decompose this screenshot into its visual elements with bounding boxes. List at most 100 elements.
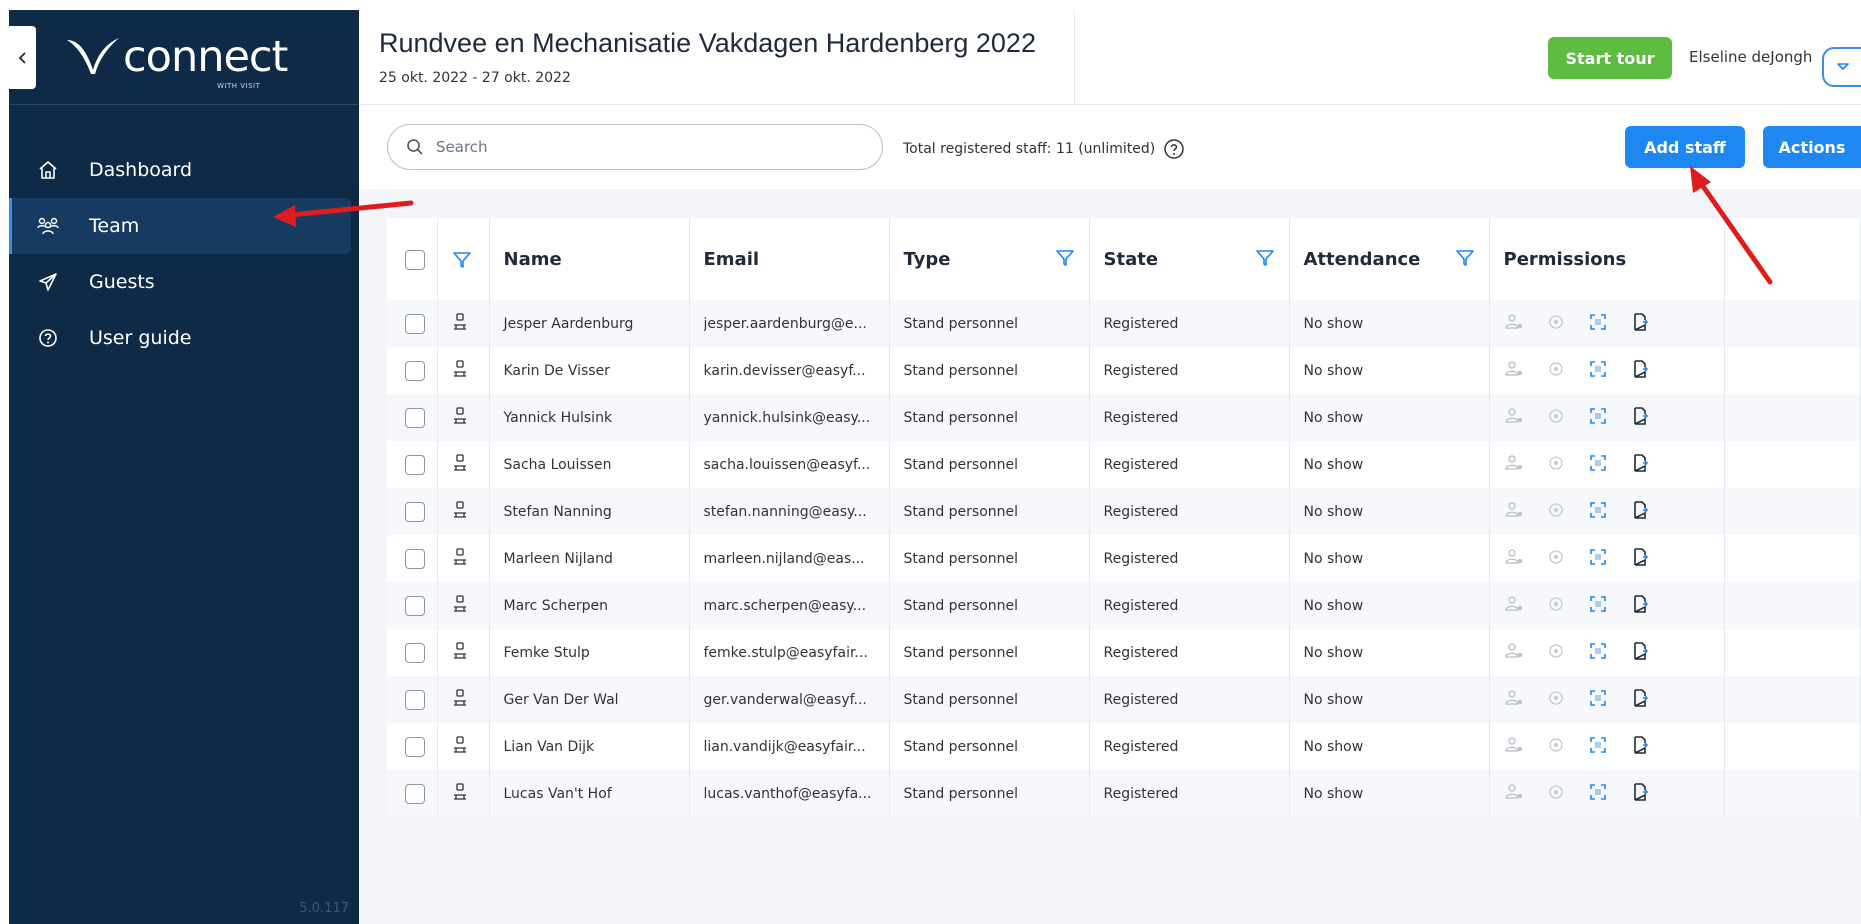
view-permission-icon[interactable] <box>1546 547 1566 571</box>
scan-permission-icon[interactable] <box>1588 782 1608 806</box>
start-tour-button[interactable]: Start tour <box>1548 37 1672 79</box>
export-permission-icon[interactable] <box>1630 782 1650 806</box>
table-row[interactable]: Jesper Aardenburg jesper.aardenburg@e...… <box>387 300 1861 347</box>
user-permission-icon[interactable] <box>1504 406 1524 430</box>
connect-logo[interactable]: connect WITH VISIT <box>65 32 288 92</box>
sidebar-item-team[interactable]: Team <box>9 198 351 254</box>
search-input[interactable] <box>436 138 836 156</box>
user-permission-icon[interactable] <box>1504 641 1524 665</box>
select-all-checkbox[interactable] <box>405 249 425 270</box>
export-permission-icon[interactable] <box>1630 312 1650 336</box>
table-row[interactable]: Marleen Nijland marleen.nijland@eas... S… <box>387 535 1861 582</box>
user-permission-icon[interactable] <box>1504 688 1524 712</box>
table-row[interactable]: Lian Van Dijk lian.vandijk@easyfair... S… <box>387 723 1861 770</box>
export-permission-icon[interactable] <box>1630 641 1650 665</box>
table-row[interactable]: Marc Scherpen marc.scherpen@easy... Stan… <box>387 582 1861 629</box>
user-permission-icon[interactable] <box>1504 547 1524 571</box>
view-permission-icon[interactable] <box>1546 641 1566 665</box>
view-permission-icon[interactable] <box>1546 500 1566 524</box>
scan-permission-icon[interactable] <box>1588 500 1608 524</box>
search-box[interactable] <box>387 124 883 170</box>
table-row[interactable]: Yannick Hulsink yannick.hulsink@easy... … <box>387 394 1861 441</box>
row-checkbox[interactable] <box>405 783 425 804</box>
table-row[interactable]: Stefan Nanning stefan.nanning@easy... St… <box>387 488 1861 535</box>
row-checkbox[interactable] <box>405 501 425 522</box>
filter-icon[interactable] <box>452 250 472 270</box>
column-header-attendance[interactable]: Attendance <box>1289 218 1490 300</box>
row-checkbox[interactable] <box>405 454 425 475</box>
view-permission-icon[interactable] <box>1546 735 1566 759</box>
row-checkbox[interactable] <box>405 548 425 569</box>
scan-permission-icon[interactable] <box>1588 641 1608 665</box>
scan-permission-icon[interactable] <box>1588 312 1608 336</box>
column-header-state[interactable]: State <box>1089 218 1290 300</box>
table-row[interactable]: Lucas Van't Hof lucas.vanthof@easyfa... … <box>387 770 1861 817</box>
scan-permission-icon[interactable] <box>1588 735 1608 759</box>
view-permission-icon[interactable] <box>1546 782 1566 806</box>
staff-name[interactable]: Lian Van Dijk <box>489 723 690 770</box>
table-row[interactable]: Sacha Louissen sacha.louissen@easyf... S… <box>387 441 1861 488</box>
export-permission-icon[interactable] <box>1630 406 1650 430</box>
column-header-type[interactable]: Type <box>889 218 1090 300</box>
staff-name[interactable]: Jesper Aardenburg <box>489 300 690 347</box>
export-permission-icon[interactable] <box>1630 453 1650 477</box>
staff-name[interactable]: Ger Van Der Wal <box>489 676 690 723</box>
user-permission-icon[interactable] <box>1504 782 1524 806</box>
add-staff-button[interactable]: Add staff <box>1625 126 1745 168</box>
actions-button[interactable]: Actions <box>1763 126 1861 168</box>
view-permission-icon[interactable] <box>1546 312 1566 336</box>
user-menu-button[interactable] <box>1822 47 1861 87</box>
export-permission-icon[interactable] <box>1630 547 1650 571</box>
scan-permission-icon[interactable] <box>1588 547 1608 571</box>
staff-name[interactable]: Karin De Visser <box>489 347 690 394</box>
scan-permission-icon[interactable] <box>1588 406 1608 430</box>
user-permission-icon[interactable] <box>1504 312 1524 336</box>
scan-permission-icon[interactable] <box>1588 594 1608 618</box>
export-permission-icon[interactable] <box>1630 500 1650 524</box>
row-checkbox[interactable] <box>405 736 425 757</box>
user-permission-icon[interactable] <box>1504 359 1524 383</box>
scan-permission-icon[interactable] <box>1588 453 1608 477</box>
export-permission-icon[interactable] <box>1630 359 1650 383</box>
sidebar-collapse-button[interactable] <box>9 26 36 89</box>
view-permission-icon[interactable] <box>1546 453 1566 477</box>
view-permission-icon[interactable] <box>1546 406 1566 430</box>
view-permission-icon[interactable] <box>1546 594 1566 618</box>
table-row[interactable]: Karin De Visser karin.devisser@easyf... … <box>387 347 1861 394</box>
user-permission-icon[interactable] <box>1504 500 1524 524</box>
staff-name[interactable]: Sacha Louissen <box>489 441 690 488</box>
view-permission-icon[interactable] <box>1546 359 1566 383</box>
table-row[interactable]: Femke Stulp femke.stulp@easyfair... Stan… <box>387 629 1861 676</box>
row-checkbox[interactable] <box>405 595 425 616</box>
view-permission-icon[interactable] <box>1546 688 1566 712</box>
sidebar-item-user-guide[interactable]: User guide <box>9 310 359 366</box>
sidebar-item-dashboard[interactable]: Dashboard <box>9 142 359 198</box>
row-checkbox[interactable] <box>405 689 425 710</box>
staff-name[interactable]: Stefan Nanning <box>489 488 690 535</box>
help-icon[interactable] <box>1163 138 1185 160</box>
user-permission-icon[interactable] <box>1504 453 1524 477</box>
user-permission-icon[interactable] <box>1504 594 1524 618</box>
scan-permission-icon[interactable] <box>1588 359 1608 383</box>
export-permission-icon[interactable] <box>1630 735 1650 759</box>
staff-name[interactable]: Marc Scherpen <box>489 582 690 629</box>
export-permission-icon[interactable] <box>1630 594 1650 618</box>
filter-icon[interactable] <box>1055 248 1075 268</box>
user-permission-icon[interactable] <box>1504 735 1524 759</box>
column-header-name[interactable]: Name <box>489 218 690 300</box>
scan-permission-icon[interactable] <box>1588 688 1608 712</box>
staff-name[interactable]: Marleen Nijland <box>489 535 690 582</box>
staff-name[interactable]: Yannick Hulsink <box>489 394 690 441</box>
filter-icon[interactable] <box>1255 248 1275 268</box>
table-row[interactable]: Ger Van Der Wal ger.vanderwal@easyf... S… <box>387 676 1861 723</box>
column-header-email[interactable]: Email <box>689 218 890 300</box>
staff-name[interactable]: Femke Stulp <box>489 629 690 676</box>
row-checkbox[interactable] <box>405 642 425 663</box>
row-checkbox[interactable] <box>405 407 425 428</box>
sidebar-item-guests[interactable]: Guests <box>9 254 359 310</box>
row-checkbox[interactable] <box>405 313 425 334</box>
user-name[interactable]: Elseline deJongh <box>1689 48 1812 66</box>
filter-icon[interactable] <box>1455 248 1475 268</box>
export-permission-icon[interactable] <box>1630 688 1650 712</box>
staff-name[interactable]: Lucas Van't Hof <box>489 770 690 817</box>
